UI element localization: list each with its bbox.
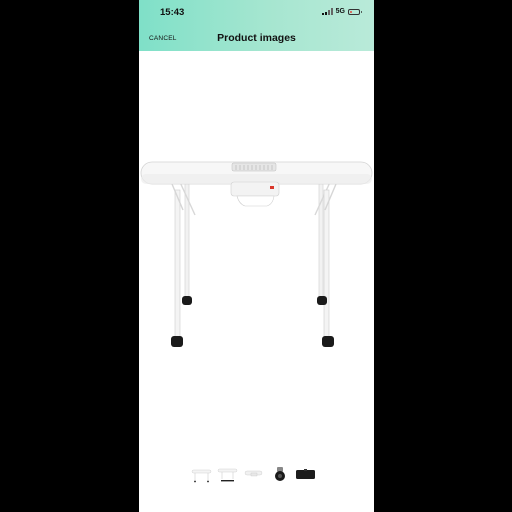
page-title: Product images [217,32,296,44]
app-header: 15:43 5G CANCEL Product images [139,0,374,51]
status-icons: 5G [321,8,362,15]
battery-icon [348,8,362,15]
thumbnail-2[interactable] [217,465,238,483]
tabletop [140,161,373,185]
signal-icon [321,8,333,15]
phone-screen: 15:43 5G CANCEL Product images [139,0,374,512]
product-image[interactable] [139,140,374,360]
dust-collector [230,181,280,207]
front-legs [171,183,337,339]
status-time: 15:43 [160,7,185,18]
caster-wheels [171,296,334,347]
thumbnail-3[interactable] [243,465,264,483]
thumbnail-4[interactable] [269,465,290,483]
thumbnail-5[interactable] [295,465,316,483]
battery-level [350,10,352,13]
thumbnail-1[interactable] [191,465,212,483]
thumbnail-strip [191,465,316,483]
network-label: 5G [335,8,345,15]
